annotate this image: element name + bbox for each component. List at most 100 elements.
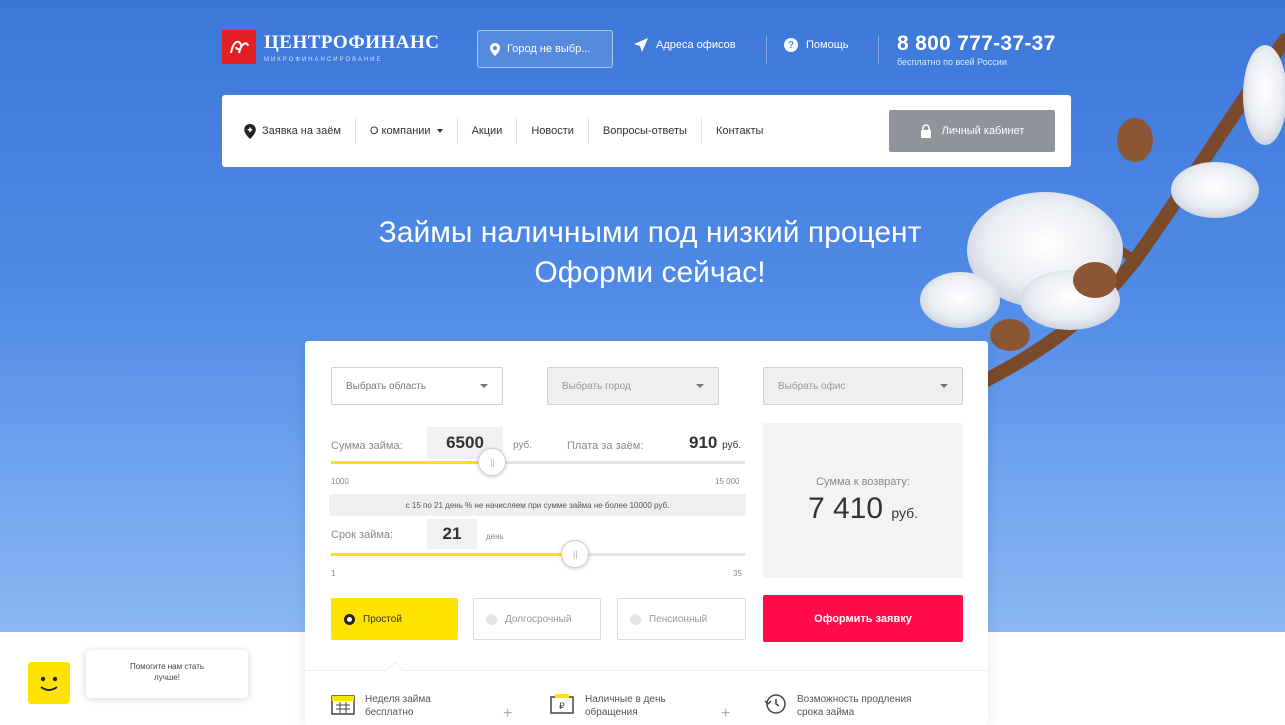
interest-note: с 15 по 21 день % не начисляем при сумме…: [329, 494, 746, 516]
repayment-value: 7 410: [807, 491, 884, 525]
help-circle-icon: ?: [784, 38, 798, 52]
phone-block[interactable]: 8 800 777-37-37 бесплатно по всей России: [897, 32, 1056, 67]
plus-icon: +: [721, 705, 731, 722]
feature-line: срока займа: [797, 707, 855, 718]
nav-item-promotions[interactable]: Акции: [458, 118, 518, 144]
loan-type-simple[interactable]: Простой: [331, 598, 458, 640]
brand-mark-icon: [222, 30, 256, 64]
nav-item-about[interactable]: О компании: [356, 118, 458, 144]
city-select[interactable]: Выбрать город: [547, 367, 719, 405]
active-type-pointer: [386, 661, 404, 679]
term-unit: день: [486, 532, 504, 541]
amount-min-tick: 1000: [331, 477, 349, 486]
radio-unchecked-icon: [630, 613, 641, 625]
fee-unit: руб.: [722, 440, 742, 451]
feature-line: Наличные в день: [585, 694, 666, 705]
feature-free-week: Неделя займа бесплатно: [331, 693, 431, 719]
term-input[interactable]: 21: [427, 519, 477, 549]
brand-name: ЦЕНТРОФИНАНС: [264, 31, 440, 53]
feedback-widget-bubble[interactable]: Помогите нам стать лучше!: [86, 650, 248, 698]
topbar-divider: [766, 36, 767, 64]
phone-number[interactable]: 8 800 777-37-37: [897, 32, 1056, 56]
term-slider-fill: [331, 553, 576, 556]
offices-link-label: Адреса офисов: [656, 39, 736, 51]
city-select-button[interactable]: Город не выбр...: [477, 30, 613, 68]
personal-cabinet-label: Личный кабинет: [941, 125, 1025, 137]
office-select[interactable]: Выбрать офис: [763, 367, 963, 405]
help-link-label: Помощь: [806, 39, 849, 51]
region-select[interactable]: Выбрать область: [331, 367, 503, 405]
feedback-line: лучше!: [154, 673, 180, 682]
amount-slider-fill: [331, 461, 493, 464]
term-slider-handle[interactable]: ||: [561, 540, 590, 568]
region-select-label: Выбрать область: [346, 380, 427, 392]
loan-type-pension[interactable]: Пенсионный: [617, 598, 746, 640]
nav-item-label: Вопросы-ответы: [602, 125, 687, 137]
amount-slider-track[interactable]: ||: [331, 448, 745, 476]
plus-icon: +: [503, 705, 513, 722]
feature-line: бесплатно: [365, 707, 414, 718]
term-label: Срок займа:: [331, 529, 394, 541]
extend-icon: [764, 694, 786, 714]
help-link[interactable]: ? Помощь: [784, 38, 849, 52]
nav-item-label: Акции: [471, 125, 503, 137]
brand-logo-link[interactable]: ЦЕНТРОФИНАНС МИКРОФИНАНСИРОВАНИЕ: [222, 30, 440, 64]
nav-item-label: Заявка на заём: [262, 125, 341, 137]
nav-item-faq[interactable]: Вопросы-ответы: [589, 118, 702, 144]
amount-slider-handle[interactable]: ||: [478, 448, 507, 476]
radio-checked-icon: [344, 613, 355, 625]
loan-type-long-term[interactable]: Долгосрочный: [473, 598, 601, 640]
topbar-divider: [878, 36, 879, 64]
offices-link[interactable]: Адреса офисов: [634, 38, 736, 52]
send-arrow-icon: [634, 38, 648, 52]
submit-application-button[interactable]: Оформить заявку: [763, 595, 963, 642]
amount-label: Сумма займа:: [331, 440, 403, 452]
svg-text:₽: ₽: [559, 701, 565, 711]
personal-cabinet-button[interactable]: Личный кабинет: [889, 110, 1055, 152]
chevron-down-icon: [940, 384, 948, 388]
nav-item-contacts[interactable]: Контакты: [702, 118, 778, 144]
hero-title: Займы наличными под низкий процент: [378, 216, 922, 249]
feature-extension: Возможность продления срока займа: [763, 693, 911, 719]
main-nav: Заявка на заём О компании Акции Новости …: [222, 95, 1071, 167]
hero-subtitle: Оформи сейчас!: [534, 256, 766, 289]
nav-item-label: Новости: [531, 125, 574, 137]
fee-value: 910: [689, 433, 718, 452]
loan-type-label: Долгосрочный: [505, 613, 572, 625]
term-max-tick: 35: [733, 569, 742, 578]
term-slider-track[interactable]: ||: [331, 540, 745, 568]
fee-value-block: 910 руб.: [689, 433, 741, 453]
location-pin-icon: [490, 42, 500, 56]
loan-calculator: Выбрать область Выбрать город Выбрать оф…: [305, 341, 988, 725]
chevron-down-icon: [696, 384, 704, 388]
brand-subtitle: МИКРОФИНАНСИРОВАНИЕ: [264, 56, 383, 63]
nav-item-loan-request[interactable]: Заявка на заём: [244, 118, 356, 144]
fee-label: Плата за заём:: [567, 440, 644, 452]
repayment-total-panel: Сумма к возврату: 7 410 руб.: [763, 423, 963, 578]
smiley-icon: [40, 676, 58, 691]
feature-line: обращения: [585, 707, 638, 718]
city-select-label: Город не выбр...: [507, 43, 591, 55]
term-min-tick: 1: [331, 569, 336, 578]
office-select-label: Выбрать офис: [778, 380, 846, 392]
repayment-value-block: 7 410 руб.: [808, 492, 918, 526]
radio-unchecked-icon: [486, 613, 497, 625]
nav-item-label: О компании: [369, 125, 431, 137]
repayment-unit: руб.: [891, 504, 919, 521]
feedback-widget-button[interactable]: [28, 662, 70, 704]
lock-icon: [920, 124, 931, 138]
city-select-label: Выбрать город: [562, 380, 631, 392]
feature-line: Неделя займа: [365, 694, 431, 705]
feature-line: Возможность продления: [797, 694, 912, 705]
nav-item-news[interactable]: Новости: [517, 118, 589, 144]
nav-item-label: Контакты: [715, 125, 764, 137]
loan-type-label: Пенсионный: [649, 613, 708, 625]
repayment-label: Сумма к возврату:: [816, 475, 910, 488]
feedback-line: Помогите нам стать: [129, 662, 205, 671]
amount-unit: руб.: [513, 440, 533, 451]
cash-icon: ₽: [550, 694, 574, 714]
chevron-down-icon: [480, 384, 488, 388]
calculator-divider: [305, 670, 988, 671]
location-pin-icon: [244, 123, 256, 139]
loan-type-label: Простой: [363, 613, 402, 625]
